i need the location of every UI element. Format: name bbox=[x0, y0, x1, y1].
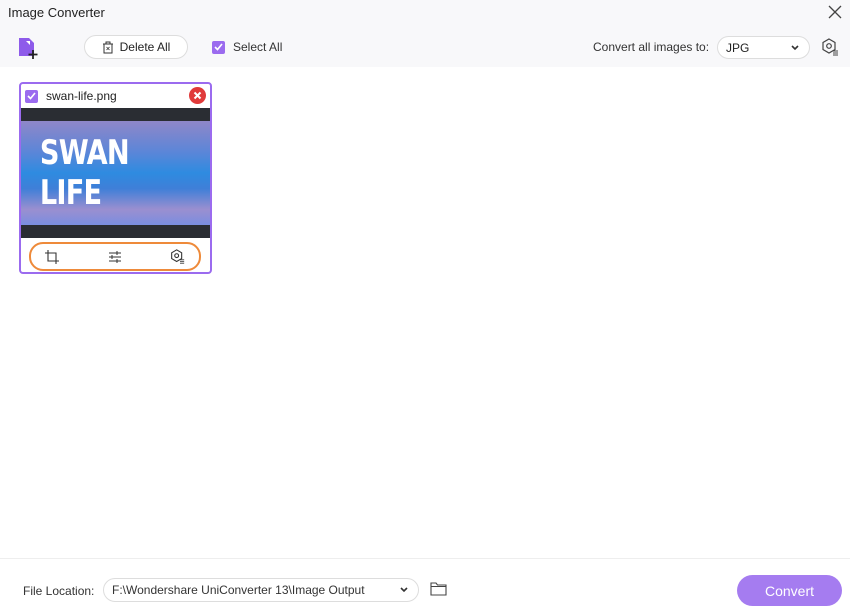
file-location-select[interactable]: F:\Wondershare UniConverter 13\Image Out… bbox=[103, 578, 419, 602]
select-all-checkbox[interactable]: Select All bbox=[212, 40, 282, 54]
file-checkbox[interactable] bbox=[25, 89, 38, 103]
add-image-icon[interactable] bbox=[17, 36, 43, 60]
image-card[interactable]: swan-life.png SWAN LIFE bbox=[19, 82, 212, 274]
trash-icon bbox=[102, 41, 113, 53]
format-select[interactable]: JPG bbox=[717, 36, 810, 59]
file-location-value: F:\Wondershare UniConverter 13\Image Out… bbox=[112, 583, 365, 597]
close-icon[interactable] bbox=[826, 3, 844, 21]
thumbnail-text: SWAN LIFE bbox=[39, 133, 130, 213]
window-title: Image Converter bbox=[8, 5, 105, 20]
convert-button[interactable]: Convert bbox=[737, 575, 842, 606]
image-tools bbox=[29, 242, 201, 271]
delete-all-button[interactable]: Delete All bbox=[84, 35, 188, 59]
select-all-label: Select All bbox=[233, 40, 283, 54]
adjust-icon[interactable] bbox=[108, 250, 122, 263]
file-location-label: File Location: bbox=[23, 584, 95, 598]
chevron-down-icon bbox=[400, 587, 408, 593]
toolbar: Image Converter Delete All Select All Co… bbox=[0, 0, 850, 67]
crop-icon[interactable] bbox=[45, 249, 59, 264]
settings-icon[interactable] bbox=[821, 38, 839, 56]
format-value: JPG bbox=[726, 40, 750, 55]
image-thumbnail: SWAN LIFE bbox=[21, 108, 210, 238]
checkbox-checked-icon bbox=[212, 40, 225, 54]
footer: File Location: F:\Wondershare UniConvert… bbox=[0, 558, 850, 616]
remove-icon[interactable] bbox=[189, 87, 206, 104]
folder-icon[interactable] bbox=[430, 582, 447, 596]
delete-all-label: Delete All bbox=[119, 40, 171, 54]
file-name: swan-life.png bbox=[46, 89, 117, 103]
convert-all-label: Convert all images to: bbox=[593, 40, 710, 54]
chevron-down-icon bbox=[791, 44, 799, 50]
settings-icon[interactable] bbox=[170, 249, 185, 264]
